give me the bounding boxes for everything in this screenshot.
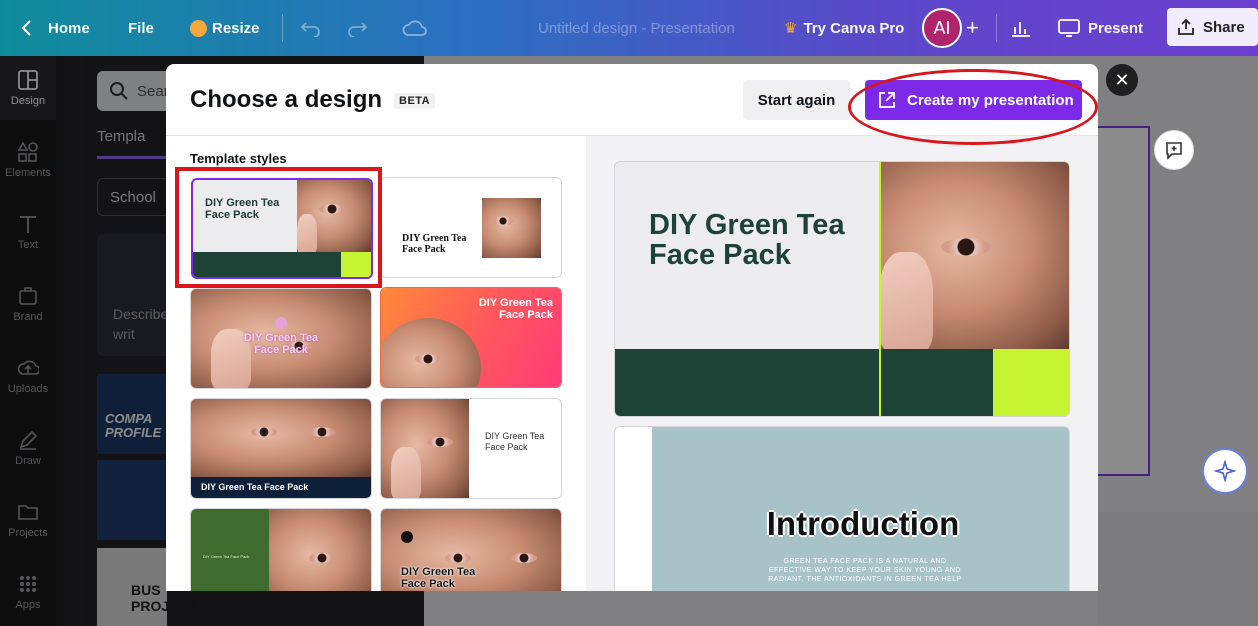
lime-block (993, 349, 1069, 416)
redo-icon[interactable] (346, 0, 368, 56)
divider (282, 14, 283, 42)
face-eye (941, 238, 991, 256)
slide-body: GREEN TEA FACE PACK IS A NATURAL AND EFF… (768, 558, 962, 583)
face-eye (511, 553, 537, 563)
template-style-3[interactable]: DIY Green Tea Face Pack (190, 288, 372, 389)
modal-header: Choose a design BETA Start again Create … (166, 64, 1098, 145)
face-eye (445, 553, 471, 563)
divider (996, 14, 997, 42)
template-style-4[interactable]: DIY Green Tea Face Pack (380, 287, 562, 388)
face-photo (482, 198, 541, 258)
add-collaborator-icon[interactable]: + (966, 0, 979, 56)
preview-slide-2[interactable]: Introduction GREEN TEA FACE PACK IS A NA… (614, 426, 1070, 591)
template-title: DIY Green Tea Face Pack (243, 332, 319, 356)
template-style-8[interactable]: DIY Green Tea Face Pack (380, 508, 562, 591)
template-style-7[interactable]: DIY Green Tea Face Pack (190, 508, 372, 591)
template-title: DIY Green Tea Face Pack (485, 431, 545, 452)
crown-icon: ♛ (784, 20, 798, 37)
face-eye (427, 437, 453, 447)
resize-label: Resize (212, 19, 260, 37)
template-title: DIY Green Tea Face Pack (401, 566, 476, 590)
number-badge (275, 317, 287, 329)
template-title: DIY Green Tea Face Pack (203, 554, 250, 559)
face-hand (391, 447, 421, 498)
comment-add-icon[interactable] (1154, 130, 1194, 170)
cloud-save-icon[interactable] (402, 0, 428, 56)
modal-title: Choose a design (190, 86, 383, 113)
green-band (615, 349, 993, 416)
face-photo (191, 399, 371, 477)
face-eye (251, 427, 277, 437)
magic-sparkle-icon[interactable] (1202, 448, 1248, 494)
face-eye (415, 354, 441, 364)
number-badge (401, 531, 413, 543)
face-eye (493, 216, 513, 226)
template-style-6[interactable]: DIY Green Tea Face Pack (380, 398, 562, 499)
face-eye (309, 553, 335, 563)
template-style-2[interactable]: DIY Green Tea Face Pack (380, 177, 562, 278)
analytics-icon[interactable] (1010, 0, 1032, 56)
section-label: Template styles (190, 151, 287, 166)
present-icon (1058, 19, 1080, 37)
home-button[interactable]: Home (48, 0, 90, 56)
file-menu-button[interactable]: File (128, 0, 154, 56)
crown-icon (190, 19, 207, 37)
template-title: DIY Green Tea Face Pack (478, 297, 553, 321)
present-label: Present (1088, 19, 1144, 37)
template-title: DIY Green Tea Face Pack (201, 482, 309, 492)
slide-title: DIY Green Tea Face Pack (649, 209, 845, 272)
avatar[interactable]: AI (922, 8, 962, 48)
preview-slide-1[interactable]: DIY Green Tea Face Pack (614, 161, 1070, 417)
share-label: Share (1203, 18, 1245, 36)
face-hand (879, 252, 933, 352)
present-button[interactable]: Present (1058, 0, 1143, 56)
share-button[interactable]: Share (1167, 8, 1258, 46)
try-pro-button[interactable]: ♛ Try Canva Pro (784, 0, 904, 56)
document-title[interactable]: Untitled design - Presentation (538, 0, 735, 56)
template-title: DIY Green Tea Face Pack (402, 233, 467, 255)
annotation-ellipse (848, 69, 1098, 145)
face-eye (309, 427, 335, 437)
face-photo (269, 509, 371, 591)
lime-divider (879, 349, 881, 416)
top-bar: Home File Resize Untitled design - Prese… (0, 0, 1258, 56)
beta-badge: BETA (394, 93, 436, 109)
back-chevron-icon[interactable] (20, 0, 34, 56)
green-panel (191, 509, 269, 591)
annotation-box (175, 167, 382, 288)
close-modal-button[interactable]: ✕ (1106, 64, 1138, 96)
start-again-button[interactable]: Start again (743, 80, 850, 120)
undo-icon[interactable] (300, 0, 322, 56)
slide-title: Introduction (766, 505, 960, 542)
share-icon (1178, 18, 1194, 35)
try-pro-label: Try Canva Pro (803, 19, 905, 37)
choose-design-modal: Choose a design BETA Start again Create … (166, 64, 1098, 591)
resize-button[interactable]: Resize (190, 0, 260, 56)
template-style-5[interactable]: DIY Green Tea Face Pack (190, 398, 372, 499)
